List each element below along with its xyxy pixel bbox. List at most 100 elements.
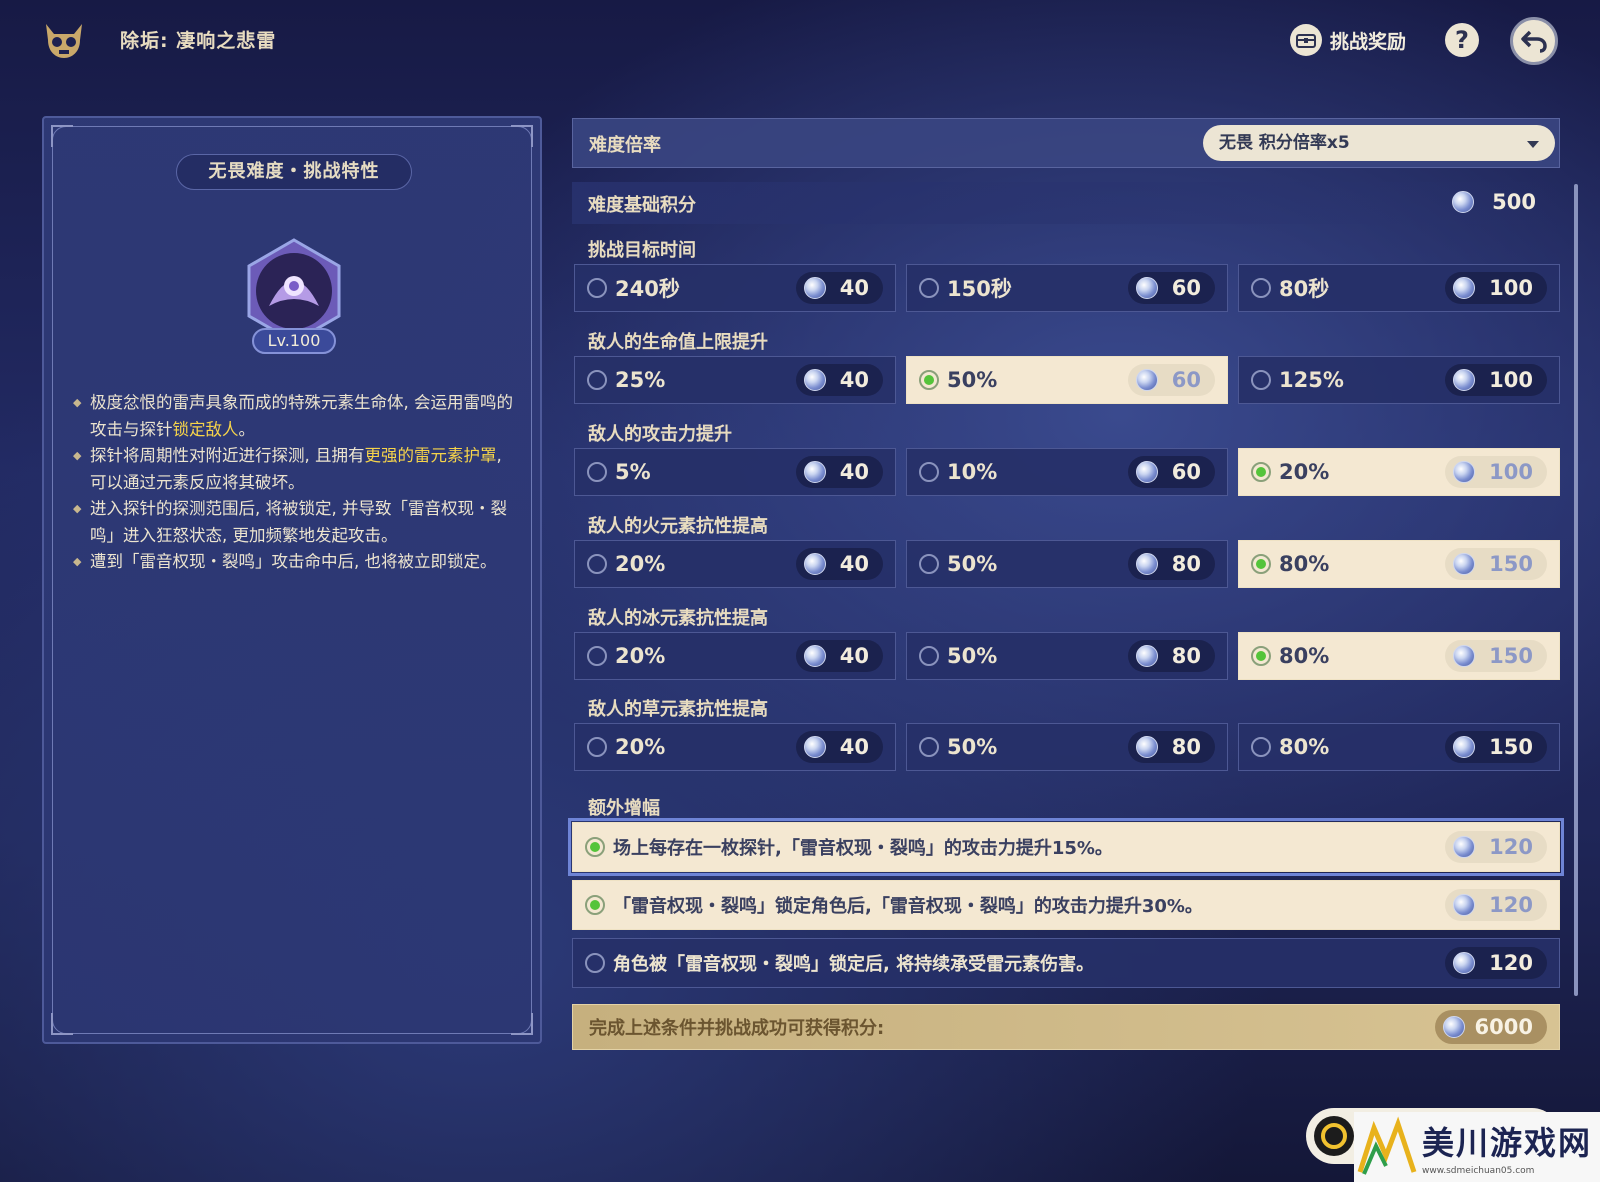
base-points-label: 难度基础积分 (588, 195, 696, 216)
option-points-number: 100 (1489, 276, 1533, 300)
radio-icon (1251, 370, 1271, 390)
option-label: 25% (615, 368, 666, 392)
total-points-label: 完成上述条件并挑战成功可获得积分: (589, 1018, 885, 1039)
frame-corner (51, 1013, 73, 1035)
page-title: 除垢: 凄响之悲雷 (120, 30, 277, 52)
option-label: 10% (947, 460, 998, 484)
trait-item: 进入探针的探测范围后, 将被锁定, 并导致「雷音权现・裂鸣」进入狂怒状态, 更加… (73, 496, 520, 549)
group-label: 敌人的生命值上限提升 (588, 332, 768, 353)
group-label: 敌人的火元素抗性提高 (588, 516, 768, 537)
radio-icon (1251, 462, 1271, 482)
extra-condition-item[interactable]: 场上每存在一枚探针,「雷音权现・裂鸣」的攻击力提升15%。 120 (568, 818, 1564, 876)
difficulty-label: 难度倍率 (589, 135, 661, 156)
watermark-logo-icon (1356, 1116, 1418, 1178)
primogem-icon (803, 553, 826, 575)
group-label: 敌人的草元素抗性提高 (588, 699, 768, 720)
option-button[interactable]: 80% 150 (1238, 723, 1560, 771)
option-label: 80% (1279, 735, 1330, 759)
challenge-traits-panel: 无畏难度・挑战特性 Lv.100 极度忿恨的雷声具象而成的特殊元素生命体, 会运… (42, 116, 542, 1044)
option-label: 5% (615, 460, 651, 484)
radio-icon (919, 462, 939, 482)
primogem-icon (1135, 461, 1158, 483)
back-arrow-icon[interactable] (1510, 17, 1558, 65)
radio-icon (585, 895, 605, 915)
option-button[interactable]: 240秒 40 (574, 264, 896, 312)
watermark: 美川游戏网 www.sdmeichuan05.com (1354, 1112, 1600, 1182)
panel-title: 无畏难度・挑战特性 (176, 154, 412, 190)
radio-icon (587, 462, 607, 482)
extra-label: 额外增幅 (588, 798, 660, 819)
option-button[interactable]: 25% 40 (574, 356, 896, 404)
option-points: 150 (1445, 548, 1547, 580)
option-button[interactable]: 125% 100 (1238, 356, 1560, 404)
option-button[interactable]: 50% 80 (906, 723, 1228, 771)
primogem-icon (1442, 1016, 1465, 1038)
option-points: 60 (1127, 272, 1215, 304)
camera-icon[interactable] (1314, 1116, 1354, 1156)
option-button[interactable]: 50% 80 (906, 632, 1228, 680)
extra-condition-label: 场上每存在一枚探针,「雷音权现・裂鸣」的攻击力提升15%。 (613, 838, 1113, 859)
radio-icon (587, 646, 607, 666)
option-button[interactable]: 80% 150 (1238, 540, 1560, 588)
radio-icon (585, 837, 605, 857)
radio-icon (1251, 278, 1271, 298)
radio-icon (919, 646, 939, 666)
option-label: 20% (615, 735, 666, 759)
extra-condition-item[interactable]: 角色被「雷音权现・裂鸣」锁定后, 将持续承受雷元素伤害。 120 (572, 938, 1560, 988)
radio-icon (585, 953, 605, 973)
primogem-icon (803, 369, 826, 391)
option-button[interactable]: 10% 60 (906, 448, 1228, 496)
option-points-number: 100 (1489, 460, 1533, 484)
option-label: 50% (947, 368, 998, 392)
base-points-row: 难度基础积分 500 (572, 182, 1560, 224)
help-icon[interactable]: ? (1445, 23, 1479, 57)
option-button[interactable]: 20% 40 (574, 540, 896, 588)
total-points-value: 6000 (1434, 1010, 1547, 1044)
primogem-icon (1135, 645, 1158, 667)
radio-icon (919, 554, 939, 574)
option-points: 40 (795, 731, 883, 763)
option-button[interactable]: 5% 40 (574, 448, 896, 496)
option-button[interactable]: 80% 150 (1238, 632, 1560, 680)
primogem-icon (1453, 894, 1476, 916)
option-points-number: 150 (1489, 552, 1533, 576)
option-button[interactable]: 50% 80 (906, 540, 1228, 588)
challenge-reward-button[interactable]: 挑战奖励 (1290, 22, 1406, 58)
option-button[interactable]: 50% 60 (906, 356, 1228, 404)
scrollbar[interactable] (1574, 184, 1578, 996)
primogem-icon (1453, 645, 1476, 667)
option-points-number: 60 (1171, 368, 1201, 392)
option-points-number: 60 (1171, 276, 1201, 300)
primogem-icon (1453, 277, 1476, 299)
chevron-down-icon (1527, 141, 1539, 148)
option-label: 20% (615, 552, 666, 576)
difficulty-row: 难度倍率 无畏 积分倍率x5 (572, 118, 1560, 168)
trait-item: 极度忿恨的雷声具象而成的特殊元素生命体, 会运用雷鸣的攻击与探针锁定敌人。 (73, 390, 520, 443)
option-points-number: 100 (1489, 368, 1533, 392)
radio-icon (1251, 737, 1271, 757)
primogem-icon (1453, 369, 1476, 391)
primogem-icon (803, 277, 826, 299)
option-label: 240秒 (615, 277, 680, 301)
primogem-icon (1135, 553, 1158, 575)
option-button[interactable]: 80秒 100 (1238, 264, 1560, 312)
option-points-number: 40 (839, 552, 869, 576)
option-points: 100 (1445, 272, 1547, 304)
chest-icon (1290, 24, 1322, 56)
option-button[interactable]: 20% 40 (574, 723, 896, 771)
extra-condition-points: 120 (1445, 889, 1547, 921)
option-button[interactable]: 20% 40 (574, 632, 896, 680)
extra-condition-item[interactable]: 「雷音权现・裂鸣」锁定角色后,「雷音权现・裂鸣」的攻击力提升30%。 120 (572, 880, 1560, 930)
option-button[interactable]: 20% 100 (1238, 448, 1560, 496)
option-points: 150 (1445, 731, 1547, 763)
primogem-icon (1135, 369, 1158, 391)
option-button[interactable]: 150秒 60 (906, 264, 1228, 312)
group-label: 挑战目标时间 (588, 240, 696, 261)
watermark-title: 美川游戏网 (1422, 1124, 1593, 1162)
option-label: 125% (1279, 368, 1344, 392)
radio-icon (587, 370, 607, 390)
option-points: 80 (1127, 731, 1215, 763)
option-points: 100 (1445, 456, 1547, 488)
extra-condition-label: 角色被「雷音权现・裂鸣」锁定后, 将持续承受雷元素伤害。 (613, 954, 1095, 975)
difficulty-dropdown[interactable]: 无畏 积分倍率x5 (1203, 125, 1555, 161)
